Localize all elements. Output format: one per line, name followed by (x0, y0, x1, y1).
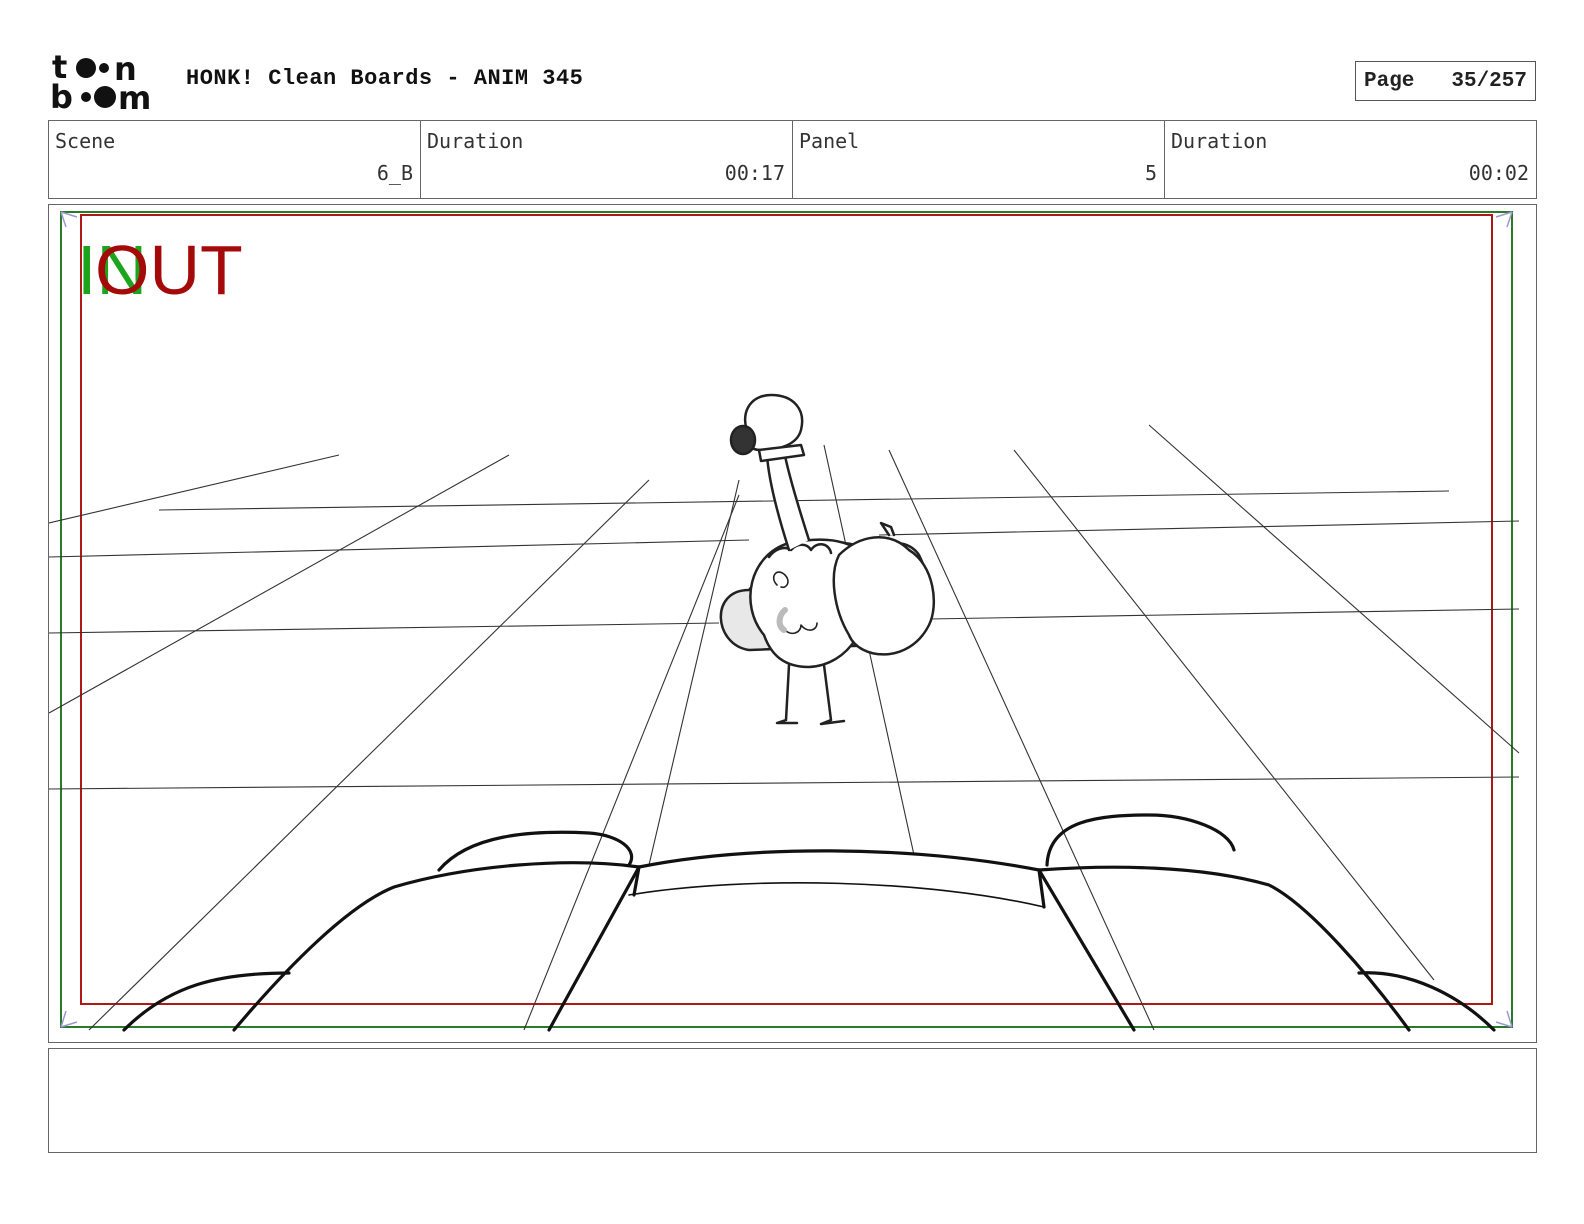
scene-cell: Scene 6_B (49, 121, 421, 198)
scene-duration-value: 00:17 (724, 161, 785, 185)
scene-duration-cell: Duration 00:17 (421, 121, 793, 198)
scene-label: Scene (55, 129, 116, 153)
svg-text:m: m (118, 79, 151, 112)
out-marker: OUT (95, 231, 243, 309)
svg-text:b: b (50, 78, 73, 112)
notes-area[interactable] (48, 1048, 1537, 1153)
storyboard-drawing (49, 211, 1520, 1032)
page-number: 35/257 (1451, 69, 1527, 93)
panel-label: Panel (799, 129, 860, 153)
storyboard-frame: IN OUT (48, 204, 1537, 1043)
toon-boom-logo: t n b m (50, 48, 165, 117)
page-indicator: Page 35/257 (1355, 61, 1536, 101)
panel-duration-cell: Duration 00:02 (1165, 121, 1536, 198)
panel-value: 5 (1144, 161, 1157, 185)
panel-info-bar: Scene 6_B Duration 00:17 Panel 5 Duratio… (48, 120, 1537, 199)
goose-character (719, 393, 936, 726)
panel-cell: Panel 5 (793, 121, 1165, 198)
board-title: HONK! Clean Boards - ANIM 345 (186, 66, 584, 91)
scene-value: 6_B (376, 161, 413, 185)
car-hood (122, 813, 1496, 1032)
page-label: Page (1364, 69, 1415, 93)
panel-duration-label: Duration (1171, 129, 1268, 153)
scene-duration-label: Duration (427, 129, 524, 153)
panel-duration-value: 00:02 (1468, 161, 1529, 185)
